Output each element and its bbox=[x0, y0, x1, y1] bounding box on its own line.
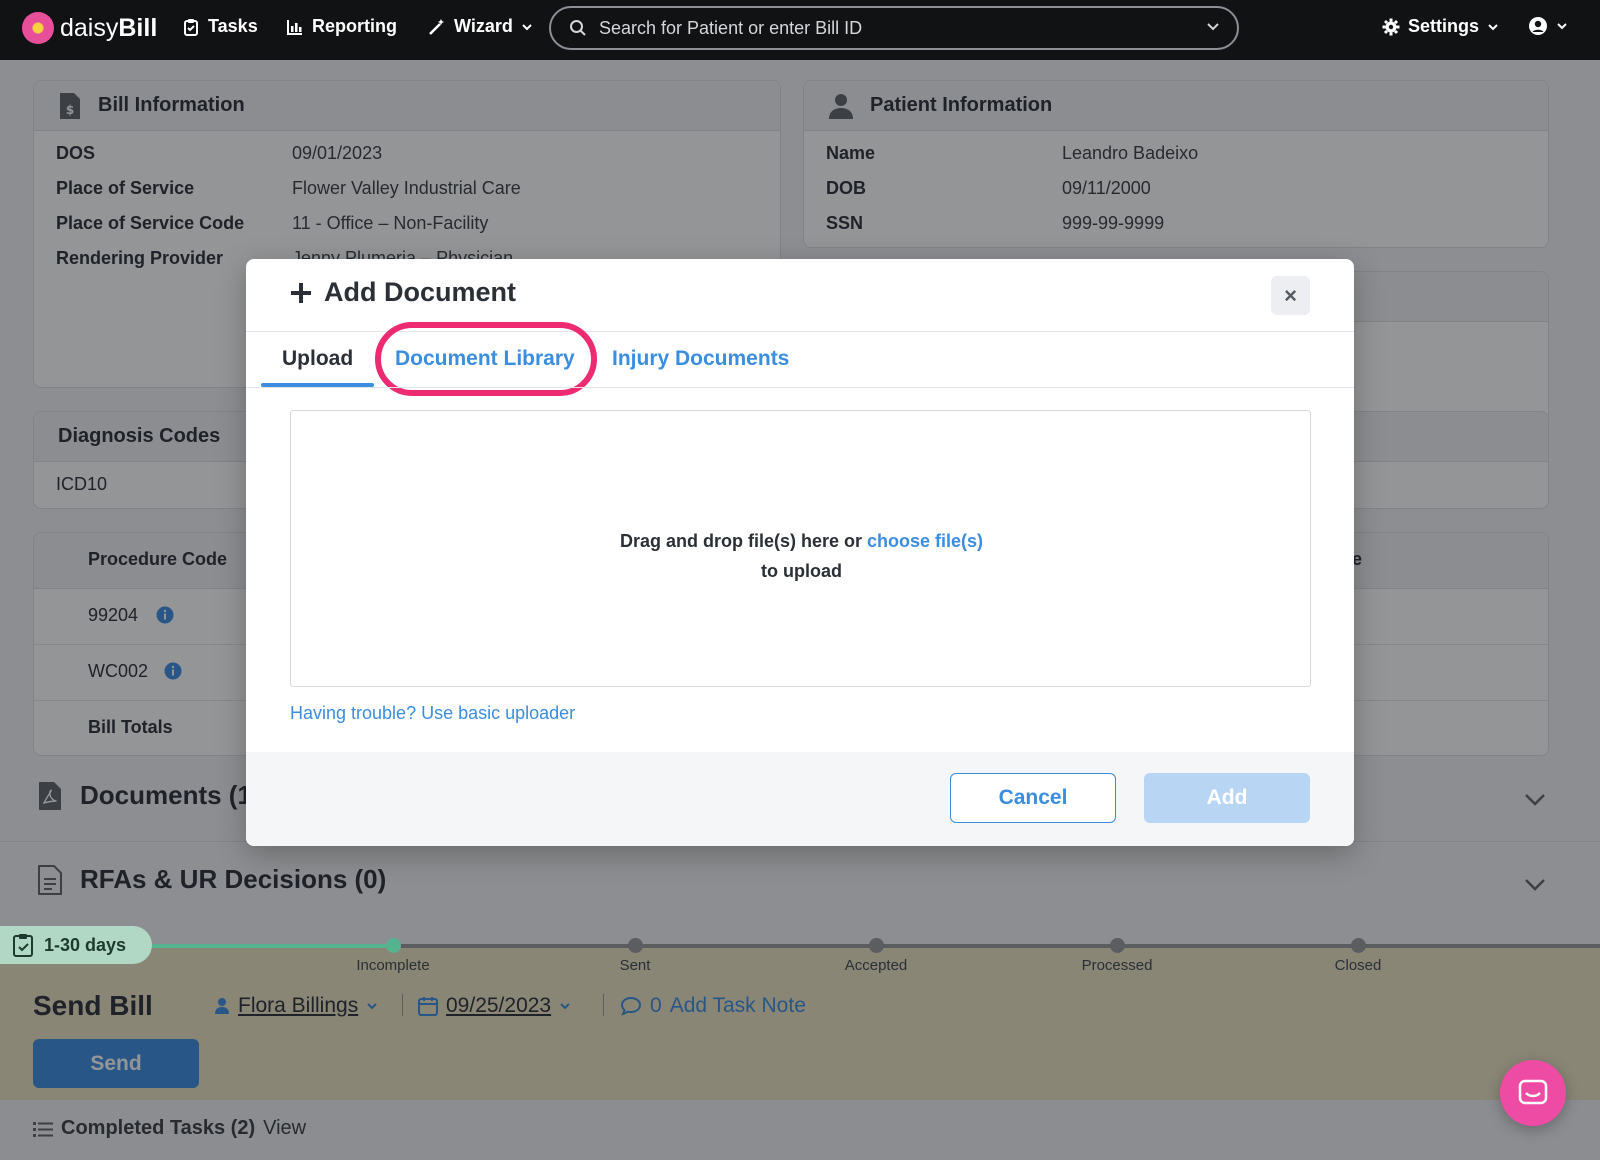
plus-icon bbox=[291, 282, 311, 303]
modal-title: Add Document bbox=[290, 277, 516, 308]
nav-tasks[interactable]: Tasks bbox=[182, 16, 258, 37]
chevron-down-icon bbox=[1557, 23, 1567, 30]
nav-wizard-label: Wizard bbox=[454, 16, 513, 36]
nav-reporting-label: Reporting bbox=[312, 16, 397, 36]
nav-tasks-label: Tasks bbox=[208, 16, 258, 36]
dropzone-text-before: Drag and drop file(s) here or bbox=[619, 531, 862, 551]
search-input[interactable]: Search for Patient or enter Bill ID bbox=[549, 6, 1239, 50]
tab-injury-documents[interactable]: Injury Documents bbox=[612, 347, 789, 371]
gear-icon bbox=[1382, 18, 1400, 35]
nav-wizard[interactable]: Wizard bbox=[428, 16, 533, 37]
nav-reporting[interactable]: Reporting bbox=[286, 16, 397, 37]
basic-uploader-link[interactable]: Having trouble? Use basic uploader bbox=[290, 703, 575, 724]
add-document-modal: Add Document × Upload Document Library I… bbox=[246, 259, 1354, 846]
stage-label-incomplete: Incomplete bbox=[356, 957, 430, 974]
chat-icon bbox=[1518, 1079, 1548, 1105]
bar-chart-icon bbox=[287, 19, 302, 35]
modal-title-text: Add Document bbox=[324, 277, 516, 307]
modal-footer: Cancel Add bbox=[246, 752, 1354, 846]
search-placeholder: Search for Patient or enter Bill ID bbox=[599, 17, 863, 38]
daisybill-logo[interactable]: daisyBill bbox=[22, 12, 157, 44]
dropzone-instructions: Drag and drop file(s) here or choose fil… bbox=[291, 526, 1312, 586]
days-badge: 1-30 days bbox=[0, 926, 152, 964]
tabs-divider bbox=[246, 387, 1354, 388]
stage-dot-processed bbox=[1110, 938, 1125, 953]
stage-dot-incomplete bbox=[386, 938, 401, 953]
stage-dot-accepted bbox=[869, 938, 884, 953]
search-icon bbox=[570, 20, 586, 36]
user-circle-icon bbox=[1529, 17, 1547, 35]
choose-files-link[interactable]: choose file(s) bbox=[867, 531, 983, 551]
cancel-button[interactable]: Cancel bbox=[950, 773, 1116, 823]
chevron-down-icon[interactable] bbox=[1205, 19, 1221, 35]
magic-wand-icon bbox=[429, 18, 444, 35]
file-dropzone[interactable]: Drag and drop file(s) here or choose fil… bbox=[290, 410, 1311, 687]
nav-settings[interactable]: Settings bbox=[1382, 16, 1499, 37]
top-navbar: daisyBill Tasks Reporting Wizard Search … bbox=[0, 0, 1600, 60]
stage-label-accepted: Accepted bbox=[844, 957, 908, 974]
modal-divider bbox=[246, 331, 1354, 332]
logo-text-bold: Bill bbox=[118, 13, 158, 42]
stage-label-sent: Sent bbox=[619, 957, 651, 974]
add-button[interactable]: Add bbox=[1144, 773, 1310, 823]
chevron-down-icon bbox=[522, 23, 532, 30]
stage-dot-closed bbox=[1351, 938, 1366, 953]
stage-label-processed: Processed bbox=[1081, 957, 1153, 974]
chevron-down-icon bbox=[1488, 23, 1498, 30]
close-button[interactable]: × bbox=[1271, 276, 1310, 315]
account-menu[interactable] bbox=[1528, 16, 1568, 36]
stage-dot-sent bbox=[628, 938, 643, 953]
clipboard-check-icon bbox=[184, 18, 198, 36]
stage-label-closed: Closed bbox=[1334, 957, 1382, 974]
chat-widget-button[interactable] bbox=[1500, 1060, 1566, 1126]
logo-text-light: daisy bbox=[60, 13, 119, 42]
tab-document-library[interactable]: Document Library bbox=[395, 347, 575, 371]
tab-upload[interactable]: Upload bbox=[282, 347, 353, 371]
clipboard-check-icon bbox=[13, 934, 33, 957]
nav-settings-label: Settings bbox=[1408, 16, 1480, 36]
daisy-logo-icon bbox=[22, 12, 54, 44]
days-badge-label: 1-30 days bbox=[44, 934, 127, 955]
dropzone-text-after: to upload bbox=[761, 561, 842, 581]
close-icon: × bbox=[1284, 282, 1297, 308]
